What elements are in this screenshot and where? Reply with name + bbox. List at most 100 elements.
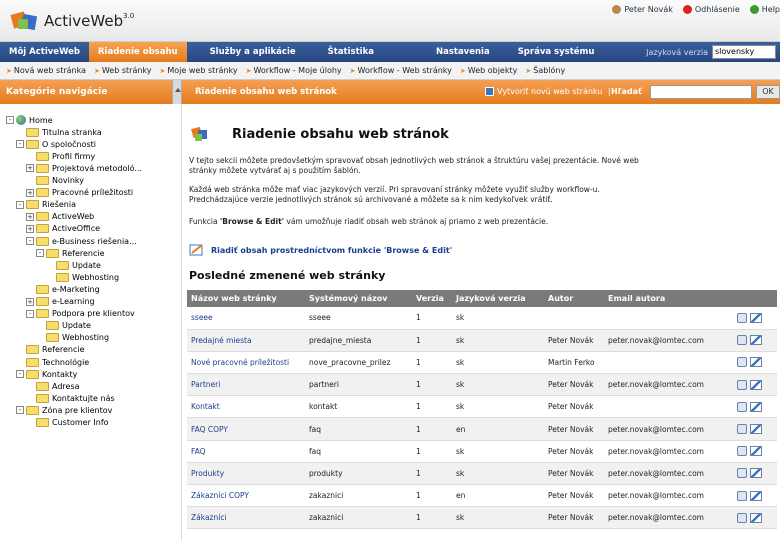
collapse-icon[interactable]: -	[26, 309, 34, 318]
subnav-item[interactable]: ➤ Nová web stránka	[6, 66, 86, 75]
collapse-icon[interactable]: -	[26, 237, 34, 245]
collapse-icon[interactable]: -	[16, 200, 24, 209]
expand-icon[interactable]: +	[26, 224, 34, 233]
subnav-item[interactable]: ➤ Moje web stránky	[160, 66, 238, 75]
collapse-icon[interactable]: -	[36, 249, 44, 258]
tree-item[interactable]: Adresa	[26, 380, 80, 392]
preview-icon[interactable]	[737, 512, 747, 523]
preview-icon[interactable]	[737, 424, 747, 435]
subnav-item[interactable]: ➤ Web stránky	[94, 66, 152, 75]
tree-item[interactable]: - Kontakty	[16, 368, 77, 380]
tree-item[interactable]: Titulna stranka	[16, 126, 102, 138]
collapse-icon[interactable]: -	[16, 370, 24, 379]
preview-icon[interactable]	[737, 490, 747, 501]
edit-icon[interactable]	[750, 379, 762, 390]
page-name-link[interactable]: Predajné miesta	[187, 329, 305, 352]
tree-item[interactable]: Update	[46, 259, 101, 271]
help-link[interactable]: Help	[749, 5, 780, 14]
subnav-item[interactable]: ➤ Workflow - Moje úlohy	[246, 66, 342, 75]
create-page-link[interactable]: Vytvoriť novú web stránku |	[485, 87, 611, 96]
edit-icon[interactable]	[750, 335, 762, 346]
preview-icon[interactable]	[737, 379, 747, 390]
tree-item[interactable]: - O spoločnosti	[16, 138, 96, 150]
tree-item[interactable]: - Riešenia	[16, 199, 76, 211]
tree-item[interactable]: Customer Info	[26, 417, 109, 429]
tab-moj-activeweb[interactable]: Môj ActiveWeb	[0, 42, 89, 62]
preview-icon[interactable]	[737, 468, 747, 479]
tree-item[interactable]: + ActiveWeb	[26, 211, 94, 223]
edit-icon[interactable]	[750, 468, 762, 479]
browse-edit-link[interactable]: Riadiť obsah prostredníctvom funkcie 'Br…	[189, 243, 452, 257]
tree-item-label: Kontaktujte nás	[52, 393, 115, 403]
collapse-icon[interactable]: -	[16, 140, 24, 149]
expand-icon[interactable]: +	[26, 297, 34, 306]
edit-icon[interactable]	[750, 357, 762, 368]
preview-icon[interactable]	[737, 446, 747, 457]
tree-item[interactable]: e-Marketing	[26, 283, 100, 295]
page-name-link[interactable]: Partneri	[187, 373, 305, 397]
expand-icon[interactable]: +	[26, 188, 34, 197]
collapse-icon[interactable]: -	[16, 406, 24, 415]
expand-icon[interactable]: +	[26, 212, 34, 221]
tree-item[interactable]: Update	[36, 320, 91, 332]
edit-icon[interactable]	[750, 446, 762, 457]
page-name-link[interactable]: FAQ COPY	[187, 417, 305, 441]
subnav-item[interactable]: ➤ Workflow - Web stránky	[350, 66, 452, 75]
collapse-sidebar-button[interactable]	[172, 80, 182, 104]
tree-item-label: Update	[62, 321, 91, 331]
page-name-link[interactable]: sseee	[187, 307, 305, 330]
subnav-item[interactable]: ➤ Web objekty	[460, 66, 517, 75]
tree-item[interactable]: - e-Business riešenia...	[26, 235, 137, 247]
folder-icon	[46, 248, 59, 258]
tab-statistika[interactable]: Štatistika	[319, 42, 383, 62]
edit-icon[interactable]	[750, 312, 762, 323]
page-name-link[interactable]: Nové pracovné príležitosti	[187, 351, 305, 375]
page-name-link[interactable]: FAQ	[187, 440, 305, 463]
tree-item[interactable]: Referencie	[16, 344, 85, 356]
tree-item[interactable]: + Pracovné príležitosti	[26, 187, 133, 199]
table-cell: Peter Novák	[544, 417, 604, 441]
tab-riadenie-obsahu[interactable]: Riadenie obsahu	[89, 42, 187, 62]
preview-icon[interactable]	[737, 312, 747, 323]
tab-nastavenia[interactable]: Nastavenia	[427, 42, 499, 62]
tree-item[interactable]: - Home	[6, 114, 53, 126]
folder-icon	[36, 151, 49, 161]
subnav-item[interactable]: ➤ Šablóny	[525, 66, 565, 75]
tab-sluzby-a-aplikacie[interactable]: Služby a aplikácie	[201, 42, 305, 62]
tab-sprava-systemu[interactable]: Správa systému	[509, 42, 604, 62]
logout-link[interactable]: Odhlásenie	[682, 5, 740, 14]
table-cell: faq	[305, 417, 412, 441]
edit-icon[interactable]	[750, 490, 762, 501]
search-input[interactable]	[650, 85, 752, 99]
collapse-icon[interactable]: -	[6, 116, 14, 124]
preview-icon[interactable]	[737, 357, 747, 368]
tree-item[interactable]: Novinky	[26, 175, 84, 187]
page-name-link[interactable]: Zákazníci	[187, 506, 305, 530]
tree-item[interactable]: Technológie	[16, 356, 89, 368]
tree-item[interactable]: + Projektová metodoló...	[26, 162, 142, 174]
tree-item[interactable]: Webhosting	[46, 271, 119, 283]
preview-icon[interactable]	[737, 335, 747, 346]
search-ok-button[interactable]: OK	[756, 85, 780, 99]
tree-item[interactable]: - Referencie	[36, 247, 105, 259]
edit-icon[interactable]	[750, 424, 762, 435]
arrow-icon: ➤	[6, 67, 12, 75]
tree-item[interactable]: - Podpora pre klientov	[26, 308, 135, 320]
edit-icon[interactable]	[750, 401, 762, 412]
user-name-link[interactable]: Peter Novák	[612, 5, 673, 14]
edit-icon[interactable]	[750, 512, 762, 523]
tree-item[interactable]: + ActiveOffice	[26, 223, 100, 235]
tree-item[interactable]: Webhosting	[36, 332, 109, 344]
tree-item[interactable]: - Zóna pre klientov	[16, 404, 112, 416]
table-row: Nové pracovné príležitosti nove_pracovne_…	[187, 351, 777, 375]
preview-icon[interactable]	[737, 401, 747, 412]
page-name-link[interactable]: Zákazníci COPY	[187, 484, 305, 508]
language-select[interactable]: slovensky	[712, 45, 776, 59]
page-name-link[interactable]: Kontakt	[187, 395, 305, 419]
tree-item[interactable]: Kontaktujte nás	[26, 392, 115, 404]
tree-item[interactable]: Profil firmy	[26, 150, 95, 162]
page-name-link[interactable]: Produkty	[187, 462, 305, 486]
table-cell: Peter Novák	[544, 484, 604, 508]
expand-icon[interactable]: +	[26, 164, 34, 173]
tree-item[interactable]: + e-Learning	[26, 296, 95, 308]
